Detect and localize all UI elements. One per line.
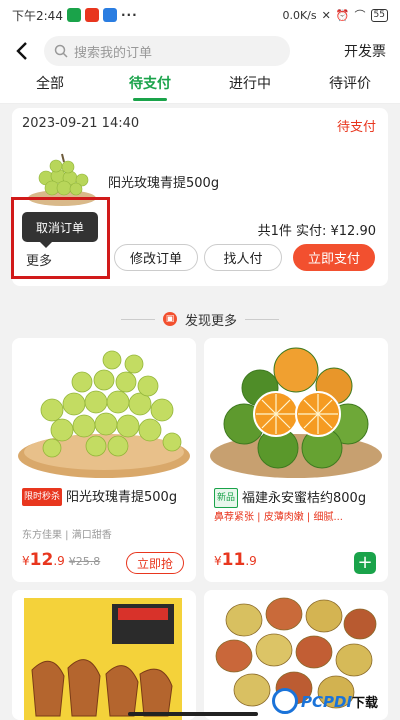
pay-now-button[interactable]: 立即支付: [293, 244, 375, 271]
search-icon: [54, 44, 68, 58]
alarm-icon: ⏰: [335, 8, 350, 22]
invoice-button[interactable]: 开发票: [344, 41, 386, 61]
status-time: 下午2:44: [12, 8, 63, 23]
divider: [120, 318, 155, 320]
product-subtitle: 东方佳果 | 满口甜香: [22, 530, 112, 541]
search-placeholder: 搜索我的订单: [74, 45, 153, 61]
battery-icon: 55: [370, 8, 388, 22]
notification-app-icon: [84, 8, 99, 22]
product-price: ¥12.9 ¥25.8: [22, 550, 101, 570]
product-subtitle: 鼻荐紧张 | 皮薄肉嫩 | 细腻...: [214, 512, 343, 523]
price-decimal: .9: [53, 554, 65, 568]
order-tabs: 全部 待支付 进行中 待评价: [0, 72, 400, 104]
product-title-text: 福建永安蜜桔约800g: [242, 491, 367, 506]
product-card-grapes[interactable]: 限时秒杀 阳光玫瑰青提500g 东方佳果 | 满口甜香 ¥12.9 ¥25.8 立即…: [12, 338, 196, 582]
search-input[interactable]: 搜索我的订单: [44, 36, 290, 66]
tab-pending-payment[interactable]: 待支付: [100, 72, 200, 103]
mute-icon: ✕: [321, 8, 331, 22]
watermark-suffix: 下载: [352, 695, 379, 711]
grab-now-button[interactable]: 立即抢: [125, 552, 184, 574]
modify-order-button[interactable]: 修改订单: [114, 244, 198, 271]
discover-more-header: ▣ 发现更多: [0, 306, 400, 332]
price-main: 12: [29, 550, 54, 570]
network-speed: 0.0K/s: [282, 8, 317, 22]
product-image-tangerines: [204, 338, 388, 486]
message-app-icon: [102, 8, 117, 22]
order-total: 共1件 实付: ¥12.90: [257, 224, 376, 239]
divider: [245, 318, 279, 320]
watermark-brand: PCPDI: [301, 692, 353, 711]
wechat-app-icon: [66, 8, 81, 22]
header: 搜索我的订单 开发票: [0, 30, 400, 72]
highlight-box: [11, 197, 110, 279]
tab-in-progress[interactable]: 进行中: [200, 72, 300, 103]
product-title: 限时秒杀 阳光玫瑰青提500g: [22, 488, 192, 507]
more-notifications-icon: ···: [120, 8, 138, 22]
price-decimal: .9: [245, 554, 257, 568]
watermark-text: PCPDI下载: [301, 692, 378, 711]
back-button[interactable]: [0, 30, 44, 72]
price-main: 11: [221, 550, 246, 570]
order-status: 待支付: [336, 120, 376, 135]
product-card-tangerines[interactable]: 新品 福建永安蜜桔约800g 鼻荐紧张 | 皮薄肉嫩 | 细腻... ¥11.9 …: [204, 338, 388, 582]
product-card-snacks[interactable]: [12, 590, 196, 720]
flash-sale-tag: 限时秒杀: [22, 488, 63, 506]
find-payer-button[interactable]: 找人付: [204, 244, 282, 271]
discover-title: 发现更多: [184, 313, 237, 329]
watermark: PCPDI下载: [272, 682, 400, 720]
status-bar: 下午2:44 ··· 0.0K/s ✕ ⏰ ⌒ 55: [0, 0, 400, 30]
original-price: ¥25.8: [68, 555, 101, 568]
watermark-logo-icon: [272, 688, 298, 714]
wifi-icon: ⌒: [354, 9, 366, 22]
gift-icon: ▣: [162, 312, 177, 326]
product-title: 新品 福建永安蜜桔约800g: [214, 488, 386, 508]
tab-to-review[interactable]: 待评价: [300, 72, 400, 103]
home-indicator[interactable]: [128, 712, 258, 716]
back-arrow-icon: [16, 42, 27, 60]
order-product-name: 阳光玫瑰青提500g: [108, 176, 220, 191]
new-product-tag: 新品: [214, 488, 239, 508]
tab-all[interactable]: 全部: [0, 72, 100, 103]
order-date: 2023-09-21 14:40: [22, 116, 140, 131]
product-price: ¥11.9: [214, 550, 257, 570]
product-image-grapes: [12, 338, 196, 486]
add-to-cart-button[interactable]: +: [354, 552, 376, 574]
product-image-duck-snacks: [12, 590, 196, 720]
product-title-text: 阳光玫瑰青提500g: [66, 490, 178, 505]
